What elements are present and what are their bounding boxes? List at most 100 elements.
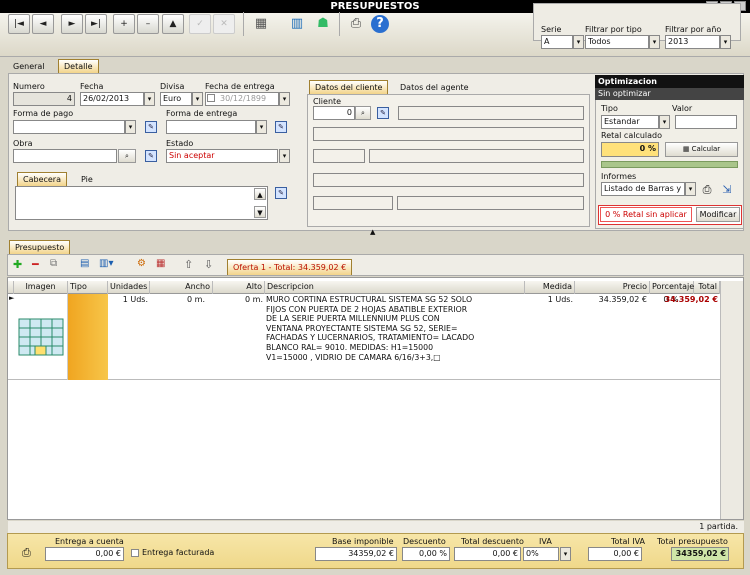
chevron-down-icon[interactable]: ▾ — [720, 35, 731, 49]
obra-field[interactable] — [13, 149, 117, 163]
last-record-button[interactable]: ►| — [85, 14, 107, 34]
chart-icon[interactable]: ▥ — [286, 13, 308, 35]
fecha-entrega-field[interactable]: 30/12/1899 — [205, 92, 279, 106]
chevron-down-icon[interactable]: ▾ — [192, 92, 203, 106]
table-icon[interactable]: ▤ — [80, 258, 89, 269]
chevron-down-icon[interactable]: ▾ — [279, 149, 290, 163]
help-icon[interactable]: ? — [371, 15, 389, 33]
forma-entrega-select[interactable] — [166, 120, 256, 134]
col-total[interactable]: Total — [694, 281, 720, 294]
scroll-down-icon[interactable]: ▼ — [254, 206, 266, 218]
tipo-select[interactable]: Estandar — [601, 115, 659, 129]
optimizacion-status: Sin optimizar — [595, 88, 744, 100]
search-icon[interactable]: ⌕ — [355, 106, 371, 120]
col-imagen[interactable]: Imagen — [14, 281, 68, 294]
grid-icon[interactable]: ▦ — [250, 13, 272, 35]
cliente-label: Cliente — [313, 97, 342, 106]
collapse-icon[interactable]: ▲ — [370, 228, 375, 236]
delete-record-button[interactable]: – — [137, 14, 159, 34]
chevron-down-icon[interactable]: ▾ — [560, 547, 571, 561]
copy-icon[interactable]: ⧉ — [50, 258, 57, 269]
edit-record-button[interactable]: ▲ — [162, 14, 184, 34]
row-precio: 34.359,02 € — [598, 295, 647, 304]
chevron-down-icon[interactable]: ▾ — [685, 182, 696, 196]
tab-presupuesto[interactable]: Presupuesto — [9, 240, 71, 254]
divisa-select[interactable]: Euro — [160, 92, 192, 106]
informes-select[interactable]: Listado de Barras y — [601, 182, 685, 196]
edit-icon[interactable]: ✎ — [377, 107, 389, 119]
modificar-button[interactable]: Modificar — [696, 207, 740, 222]
tab-pie[interactable]: Pie — [76, 173, 98, 187]
tab-oferta[interactable]: Oferta 1 - Total: 34.359,02 € — [227, 259, 353, 275]
confirm-button[interactable]: ✓ — [189, 14, 211, 34]
prev-record-button[interactable]: ◄ — [32, 14, 54, 34]
entrega-cuenta-field[interactable]: 0,00 € — [45, 547, 124, 561]
grid-header: Imagen Tipo Unidades Ancho Alto Descripc… — [8, 281, 720, 294]
chevron-down-icon[interactable]: ▾ — [573, 35, 584, 49]
fecha-entrega-label: Fecha de entrega — [205, 82, 275, 91]
fecha-field[interactable]: 26/02/2013 — [80, 92, 144, 106]
list-icon[interactable]: ▥▾ — [99, 258, 113, 269]
forma-entrega-label: Forma de entrega — [166, 109, 238, 118]
next-record-button[interactable]: ► — [61, 14, 83, 34]
iva-select[interactable]: 0% — [523, 547, 559, 561]
add-icon[interactable]: ✚ — [13, 258, 22, 271]
col-precio[interactable]: Precio — [575, 281, 650, 294]
edit-icon[interactable]: ✎ — [145, 150, 157, 162]
col-ancho[interactable]: Ancho — [150, 281, 213, 294]
edit-icon[interactable]: ✎ — [145, 121, 157, 133]
edit-icon[interactable]: ✎ — [275, 187, 287, 199]
tab-datos-agente[interactable]: Datos del agente — [395, 81, 474, 95]
grid-scrollbar[interactable] — [720, 281, 743, 519]
calendar-dropdown-icon[interactable]: ▾ — [144, 92, 155, 106]
divisa-label: Divisa — [160, 82, 185, 91]
anio-filter-select[interactable]: 2013 — [665, 35, 720, 49]
scroll-up-icon[interactable]: ▲ — [254, 188, 266, 200]
arrow-down-icon[interactable]: ⇩ — [204, 258, 213, 271]
tab-detalle[interactable]: Detalle — [58, 59, 99, 73]
forma-pago-select[interactable] — [13, 120, 125, 134]
arrow-up-icon[interactable]: ⇧ — [184, 258, 193, 271]
chevron-down-icon[interactable]: ▾ — [256, 120, 267, 134]
chevron-down-icon[interactable]: ▾ — [659, 115, 670, 129]
stack-icon[interactable]: ▦ — [156, 258, 165, 269]
printer-icon[interactable]: ⎙ — [22, 546, 31, 560]
printer-icon[interactable]: ⎙ — [345, 13, 367, 35]
edit-icon[interactable]: ✎ — [275, 121, 287, 133]
remove-icon[interactable]: ━ — [32, 258, 39, 271]
add-record-button[interactable]: + — [113, 14, 135, 34]
tools-icon[interactable]: ⚙ — [137, 258, 146, 269]
cabecera-textarea[interactable] — [15, 186, 268, 220]
col-alto[interactable]: Alto — [213, 281, 265, 294]
chevron-down-icon[interactable]: ▾ — [125, 120, 136, 134]
tab-cabecera[interactable]: Cabecera — [17, 172, 67, 186]
printer-icon[interactable]: ⎙ — [698, 179, 716, 201]
col-descripcion[interactable]: Descripcion — [265, 281, 525, 294]
tipo-filter-select[interactable]: Todos — [585, 35, 649, 49]
col-porcentaje[interactable]: Porcentaje — [650, 281, 694, 294]
calendar-dropdown-icon[interactable]: ▾ — [279, 92, 290, 106]
descuento-field[interactable]: 0,00 % — [402, 547, 450, 561]
first-record-button[interactable]: |◄ — [8, 14, 30, 34]
checkbox[interactable] — [207, 94, 215, 102]
tab-general[interactable]: General — [8, 60, 50, 74]
col-unidades[interactable]: Unidades — [108, 281, 150, 294]
col-tipo[interactable]: Tipo — [68, 281, 108, 294]
tab-datos-cliente[interactable]: Datos del cliente — [309, 80, 389, 94]
entrega-cuenta-label: Entrega a cuenta — [55, 537, 124, 546]
estado-select[interactable]: Sin aceptar — [166, 149, 278, 163]
total-descuento-field: 0,00 € — [454, 547, 521, 561]
tipo-filter-label: Filtrar por tipo — [585, 25, 642, 34]
entrega-facturada-checkbox[interactable] — [131, 549, 139, 557]
calcular-button[interactable]: ▦ Calcular — [665, 142, 738, 157]
col-medida[interactable]: Medida — [525, 281, 575, 294]
chevron-down-icon[interactable]: ▾ — [649, 35, 660, 49]
users-icon[interactable]: ☗ — [312, 13, 334, 35]
valor-field[interactable] — [675, 115, 737, 129]
fecha-label: Fecha — [80, 82, 104, 91]
serie-select[interactable]: A — [541, 35, 573, 49]
cliente-code-field[interactable]: 0 — [313, 106, 355, 120]
search-icon[interactable]: ⌕ — [118, 149, 136, 163]
export-icon[interactable]: ⇲ — [718, 179, 736, 201]
cancel-button[interactable]: ✕ — [213, 14, 235, 34]
